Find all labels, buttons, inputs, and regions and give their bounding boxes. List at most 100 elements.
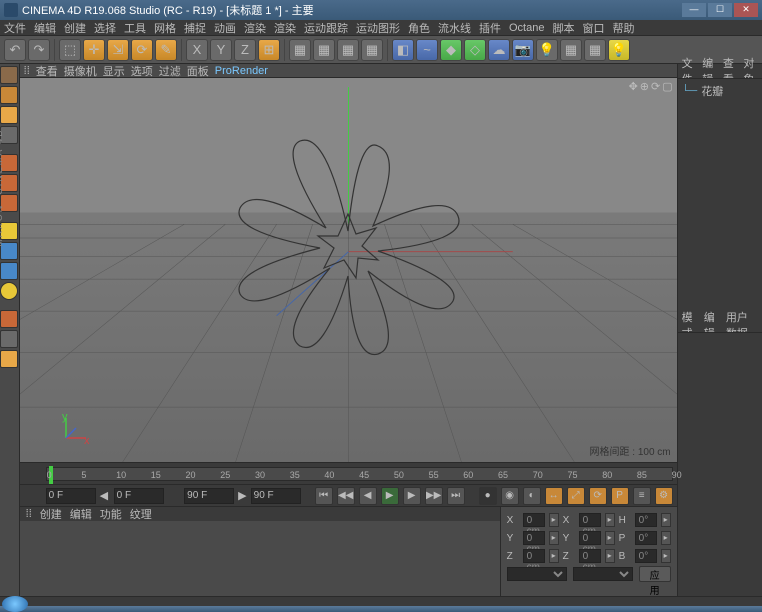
coord-y-size[interactable]: 0 cm xyxy=(579,531,601,545)
scale-tool[interactable]: ⇲ xyxy=(107,39,129,61)
stepper-icon[interactable]: ▸ xyxy=(661,549,671,563)
project-end-input[interactable] xyxy=(251,488,301,504)
orbit-icon[interactable]: ⟳ xyxy=(651,80,660,93)
menu-item[interactable]: 网格 xyxy=(154,20,176,36)
start-button[interactable] xyxy=(2,596,28,612)
undo-button[interactable]: ↶ xyxy=(4,39,26,61)
range-end-grip[interactable]: ▶ xyxy=(238,489,246,502)
attribute-manager[interactable] xyxy=(678,332,762,596)
deformer-button[interactable]: ◇ xyxy=(464,39,486,61)
zoom-icon[interactable]: ⊕ xyxy=(640,80,649,93)
axis-y-button[interactable]: Y xyxy=(210,39,232,61)
menu-item[interactable]: 帮助 xyxy=(612,20,634,36)
stepper-icon[interactable]: ▸ xyxy=(661,513,671,527)
close-button[interactable]: ✕ xyxy=(734,3,758,17)
render-settings-button[interactable]: ▦ xyxy=(361,39,383,61)
viewport-menu-item[interactable]: 过滤 xyxy=(159,63,181,79)
prev-frame-button[interactable]: ◀ xyxy=(359,487,377,505)
prev-key-button[interactable]: ◀◀ xyxy=(337,487,355,505)
paint-button[interactable] xyxy=(0,350,18,368)
misc1-button[interactable]: ▦ xyxy=(560,39,582,61)
menu-item[interactable]: 文件 xyxy=(4,20,26,36)
coord-system-button[interactable]: ⊞ xyxy=(258,39,280,61)
coord-size-mode-select[interactable] xyxy=(573,567,633,581)
spline-flower-object[interactable] xyxy=(228,126,468,366)
panel-tab[interactable]: 创建 xyxy=(40,506,62,522)
coord-b-rot[interactable]: 0° xyxy=(635,549,657,563)
current-frame-input[interactable] xyxy=(114,488,164,504)
render-view-button[interactable]: ▦ xyxy=(289,39,311,61)
viewport[interactable]: y x 网格间距 : 100 cm ✥ ⊕ ⟳ ▢ xyxy=(20,78,677,462)
os-taskbar[interactable] xyxy=(0,606,762,612)
autokey-button[interactable]: ◉ xyxy=(501,487,519,505)
menu-item[interactable]: 脚本 xyxy=(552,20,574,36)
coord-p-rot[interactable]: 0° xyxy=(635,531,657,545)
goto-end-button[interactable]: ⏭ xyxy=(447,487,465,505)
lasttool-button[interactable]: ✎ xyxy=(155,39,177,61)
range-slider[interactable]: ◀ xyxy=(100,489,110,502)
menu-item[interactable]: 插件 xyxy=(479,20,501,36)
axis-z-button[interactable]: Z xyxy=(234,39,256,61)
render-pv-button[interactable]: ▦ xyxy=(337,39,359,61)
coord-z-size[interactable]: 0 cm xyxy=(579,549,601,563)
key-param-button[interactable]: P xyxy=(611,487,629,505)
viewport-menu-item[interactable]: 面板 xyxy=(187,63,209,79)
generator-button[interactable]: ◆ xyxy=(440,39,462,61)
key-rot-button[interactable]: ⟳ xyxy=(589,487,607,505)
viewport-menu-item[interactable]: 查看 xyxy=(36,63,58,79)
panel-grab-icon[interactable]: ⁞⁞ xyxy=(24,65,30,77)
panel-tab[interactable]: 编辑 xyxy=(70,506,92,522)
menu-item[interactable]: 渲染 xyxy=(244,20,266,36)
object-item[interactable]: └─ 花瓣 xyxy=(682,83,758,99)
axis-x-button[interactable]: X xyxy=(186,39,208,61)
menu-item[interactable]: 窗口 xyxy=(582,20,604,36)
menu-item[interactable]: 捕捉 xyxy=(184,20,206,36)
maximize-button[interactable]: ☐ xyxy=(708,3,732,17)
select-tool[interactable]: ⬚ xyxy=(59,39,81,61)
menu-item[interactable]: 工具 xyxy=(124,20,146,36)
menu-item[interactable]: Octane xyxy=(509,22,544,34)
menu-item[interactable]: 渲染 xyxy=(274,20,296,36)
keyframe-sel-button[interactable]: ◐ xyxy=(523,487,541,505)
coord-z-pos[interactable]: 0 cm xyxy=(523,549,545,563)
record-button[interactable]: ● xyxy=(479,487,497,505)
menu-item[interactable]: 动画 xyxy=(214,20,236,36)
key-pla-button[interactable]: ≡ xyxy=(633,487,651,505)
light-button[interactable]: 💡 xyxy=(536,39,558,61)
snap-button[interactable] xyxy=(0,262,18,280)
timeline-ruler[interactable]: 051015202530354045505560657075808590 xyxy=(46,467,673,481)
coord-y-pos[interactable]: 0 cm xyxy=(523,531,545,545)
model-mode-button[interactable] xyxy=(0,66,18,84)
panel-tab[interactable]: 功能 xyxy=(100,506,122,522)
spline-button[interactable]: ~ xyxy=(416,39,438,61)
key-pos-button[interactable]: ↔ xyxy=(545,487,563,505)
object-name[interactable]: 花瓣 xyxy=(701,83,723,99)
viewport-menu-item[interactable]: ProRender xyxy=(215,65,268,77)
play-button[interactable]: ▶ xyxy=(381,487,399,505)
tweak-button[interactable] xyxy=(0,310,18,328)
viewport-menu-item[interactable]: 选项 xyxy=(131,63,153,79)
stepper-icon[interactable]: ▸ xyxy=(549,513,559,527)
minimize-button[interactable]: — xyxy=(682,3,706,17)
menu-item[interactable]: 运动图形 xyxy=(356,20,400,36)
bulb-button[interactable]: 💡 xyxy=(608,39,630,61)
menu-item[interactable]: 运动跟踪 xyxy=(304,20,348,36)
viewport-menu-item[interactable]: 显示 xyxy=(103,63,125,79)
environment-button[interactable]: ☁ xyxy=(488,39,510,61)
mesh-button[interactable] xyxy=(0,330,18,348)
apply-button[interactable]: 应用 xyxy=(639,566,671,582)
key-options-button[interactable]: ⚙ xyxy=(655,487,673,505)
stepper-icon[interactable]: ▸ xyxy=(549,531,559,545)
range-start-input[interactable] xyxy=(46,488,96,504)
redo-button[interactable]: ↷ xyxy=(28,39,50,61)
pan-icon[interactable]: ✥ xyxy=(629,80,638,93)
menu-item[interactable]: 流水线 xyxy=(438,20,471,36)
key-scale-button[interactable]: ⤢ xyxy=(567,487,585,505)
range-end-input[interactable] xyxy=(184,488,234,504)
object-manager[interactable]: └─ 花瓣 xyxy=(678,78,762,318)
menu-item[interactable]: 选择 xyxy=(94,20,116,36)
stepper-icon[interactable]: ▸ xyxy=(605,513,615,527)
next-key-button[interactable]: ▶▶ xyxy=(425,487,443,505)
goto-start-button[interactable]: ⏮ xyxy=(315,487,333,505)
texture-mode-button[interactable] xyxy=(0,106,18,124)
